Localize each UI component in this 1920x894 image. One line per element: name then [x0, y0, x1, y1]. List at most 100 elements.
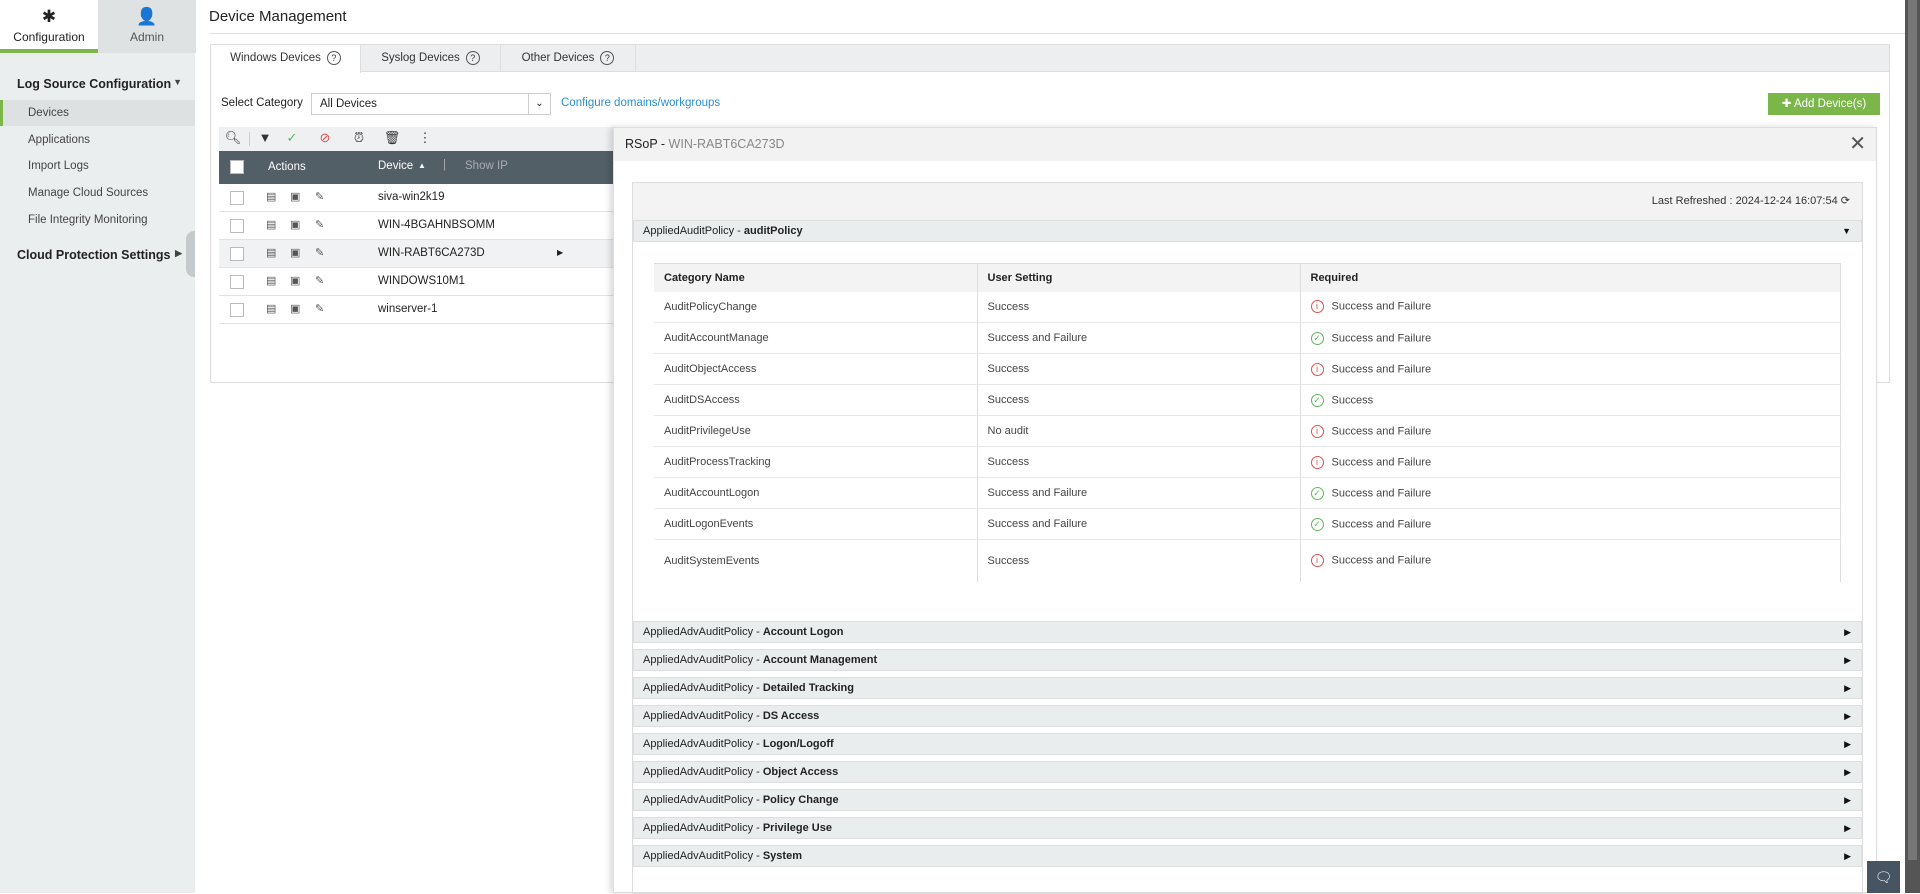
edit-pencil-icon[interactable]: ✎	[315, 302, 324, 315]
sidebar-item-applications[interactable]: Applications	[0, 127, 195, 153]
user-setting: Success	[977, 539, 1301, 582]
rsop-view-icon[interactable]: ▣	[290, 274, 300, 287]
add-device-label: Add Device(s)	[1793, 98, 1867, 110]
tab-windows-devices[interactable]: Windows Devices?	[211, 45, 361, 73]
required-cell: ✓ Success and Failure	[1300, 508, 1841, 540]
device-name[interactable]: WIN-4BGAHNBSOMM	[378, 219, 495, 231]
device-name[interactable]: WIN-RABT6CA273D	[378, 247, 485, 259]
show-ip-toggle[interactable]: Show IP	[465, 160, 508, 172]
category-select[interactable]: All Devices ⌄	[311, 93, 551, 115]
disable-icon[interactable]: ⊘	[315, 130, 335, 146]
edit-pencil-icon[interactable]: ✎	[315, 218, 324, 231]
sort-asc-icon[interactable]: ▲	[418, 161, 426, 170]
rsop-view-icon[interactable]: ▣	[290, 218, 300, 231]
device-row[interactable]: ▤ ▣ ✎ siva-win2k19	[219, 184, 614, 212]
rsop-view-icon[interactable]: ▣	[290, 190, 300, 203]
device-settings-icon[interactable]: ▤	[266, 246, 276, 259]
help-icon[interactable]: ?	[600, 50, 615, 65]
device-header[interactable]: Device	[378, 160, 413, 172]
refresh-icon[interactable]: ⟳	[1841, 195, 1850, 207]
accordion-adv-audit-policy[interactable]: AppliedAdvAuditPolicy - DS Access ▶	[633, 705, 1862, 727]
search-icon[interactable]: 🔍︎	[223, 130, 243, 146]
info-circle-icon: i	[1310, 554, 1324, 568]
chat-icon[interactable]: 🗨︎	[1867, 861, 1900, 893]
category-name: AuditPolicyChange	[654, 291, 978, 323]
device-row[interactable]: ▤ ▣ ✎ WIN-RABT6CA273D ▶	[219, 240, 614, 268]
sidebar-group-log-source[interactable]: Log Source Configuration ▼	[17, 77, 182, 91]
sidebar-collapse-handle[interactable]	[186, 231, 195, 277]
device-name[interactable]: siva-win2k19	[378, 191, 444, 203]
row-checkbox[interactable]	[230, 191, 244, 205]
table-row: AuditLogonEvents Success and Failure ✓ Su…	[654, 508, 1841, 540]
sidebar-item-import-logs[interactable]: Import Logs	[0, 153, 195, 179]
accordion-adv-audit-policy[interactable]: AppliedAdvAuditPolicy - Account Manageme…	[633, 649, 1862, 671]
sidebar-item-devices[interactable]: Devices	[0, 100, 195, 126]
help-icon[interactable]: ?	[326, 50, 341, 65]
actions-header: Actions	[268, 161, 306, 173]
column-header: Required	[1300, 263, 1841, 292]
table-row: AuditObjectAccess Success i Success and F…	[654, 353, 1841, 385]
device-settings-icon[interactable]: ▤	[266, 274, 276, 287]
accordion-adv-audit-policy[interactable]: AppliedAdvAuditPolicy - System ▶	[633, 845, 1862, 867]
device-toolbar: 🔍︎ ▼ ✓ ⊘ ⏰︎ 🗑︎ ⋮	[219, 127, 614, 151]
device-row[interactable]: ▤ ▣ ✎ winserver-1	[219, 296, 614, 324]
help-icon[interactable]: ?	[465, 50, 480, 65]
row-checkbox[interactable]	[230, 219, 244, 233]
accordion-adv-audit-policy[interactable]: AppliedAdvAuditPolicy - Policy Change ▶	[633, 789, 1862, 811]
caret-right-icon: ▶	[557, 248, 564, 257]
rsop-view-icon[interactable]: ▣	[290, 246, 300, 259]
device-settings-icon[interactable]: ▤	[266, 302, 276, 315]
sidebar: ✱ Configuration 👤 Admin Log Source Configu…	[0, 0, 196, 893]
device-settings-icon[interactable]: ▤	[266, 190, 276, 203]
rsop-view-icon[interactable]: ▣	[290, 302, 300, 315]
add-device-button[interactable]: ✚ Add Device(s)	[1768, 93, 1880, 115]
user-setting: Success	[977, 291, 1301, 323]
sidebar-group-cloud-protection[interactable]: Cloud Protection Settings ▶	[17, 248, 182, 262]
device-row[interactable]: ▤ ▣ ✎ WIN-4BGAHNBSOMM	[219, 212, 614, 240]
trash-icon[interactable]: 🗑︎	[382, 130, 402, 146]
required-value: Success and Failure	[1331, 300, 1432, 313]
caret-right-icon: ▶	[1844, 655, 1851, 665]
tab-label: Syslog Devices	[381, 52, 460, 64]
section-prefix: AppliedAuditPolicy -	[643, 225, 744, 237]
device-row[interactable]: ▤ ▣ ✎ WINDOWS10M1	[219, 268, 614, 296]
accordion-adv-audit-policy[interactable]: AppliedAdvAuditPolicy - Account Logon ▶	[633, 621, 1862, 643]
scrollbar-thumb[interactable]	[1908, 0, 1917, 860]
row-checkbox[interactable]	[230, 303, 244, 317]
accordion-adv-audit-policy[interactable]: AppliedAdvAuditPolicy - Privilege Use ▶	[633, 817, 1862, 839]
section-name: auditPolicy	[743, 225, 803, 237]
accordion-adv-audit-policy[interactable]: AppliedAdvAuditPolicy - Logon/Logoff ▶	[633, 733, 1862, 755]
tab-admin[interactable]: 👤 Admin	[98, 0, 196, 53]
device-name[interactable]: winserver-1	[378, 303, 437, 315]
edit-pencil-icon[interactable]: ✎	[315, 246, 324, 259]
required-value: Success and Failure	[1331, 424, 1432, 437]
tab-other-devices[interactable]: Other Devices?	[501, 45, 636, 72]
accordion-adv-audit-policy[interactable]: AppliedAdvAuditPolicy - Object Access ▶	[633, 761, 1862, 783]
select-all-checkbox[interactable]	[230, 160, 244, 174]
required-cell: i Success and Failure	[1300, 415, 1841, 447]
check-circle-icon: ✓	[1310, 517, 1324, 531]
row-checkbox[interactable]	[230, 247, 244, 261]
sidebar-item-file-integrity-monitoring[interactable]: File Integrity Monitoring	[0, 207, 195, 233]
edit-pencil-icon[interactable]: ✎	[315, 190, 324, 203]
device-name[interactable]: WINDOWS10M1	[378, 275, 465, 287]
accordion-audit-policy[interactable]: AppliedAuditPolicy - auditPolicy ▼	[633, 220, 1862, 242]
filter-icon[interactable]: ▼	[255, 130, 275, 145]
tab-syslog-devices[interactable]: Syslog Devices?	[361, 45, 501, 72]
enable-icon[interactable]: ✓	[282, 130, 302, 146]
accordion-adv-audit-policy[interactable]: AppliedAdvAuditPolicy - Detailed Trackin…	[633, 677, 1862, 699]
caret-right-icon: ▶	[1844, 851, 1851, 861]
close-icon[interactable]: ✕	[1849, 128, 1866, 161]
device-settings-icon[interactable]: ▤	[266, 218, 276, 231]
user-setting: Success	[977, 384, 1301, 416]
tab-configuration[interactable]: ✱ Configuration	[0, 0, 98, 53]
alarm-clock-icon[interactable]: ⏰︎	[349, 130, 369, 146]
required-cell: ✓ Success and Failure	[1300, 477, 1841, 509]
row-checkbox[interactable]	[230, 275, 244, 289]
sidebar-item-manage-cloud-sources[interactable]: Manage Cloud Sources	[0, 180, 195, 206]
configure-domains-link[interactable]: Configure domains/workgroups	[561, 97, 720, 109]
more-vertical-icon[interactable]: ⋮	[415, 130, 435, 146]
check-circle-icon: ✓	[1310, 331, 1324, 345]
rsop-modal: RSoP - WIN-RABT6CA273D ✕ Last Refreshed …	[613, 127, 1877, 894]
edit-pencil-icon[interactable]: ✎	[315, 274, 324, 287]
